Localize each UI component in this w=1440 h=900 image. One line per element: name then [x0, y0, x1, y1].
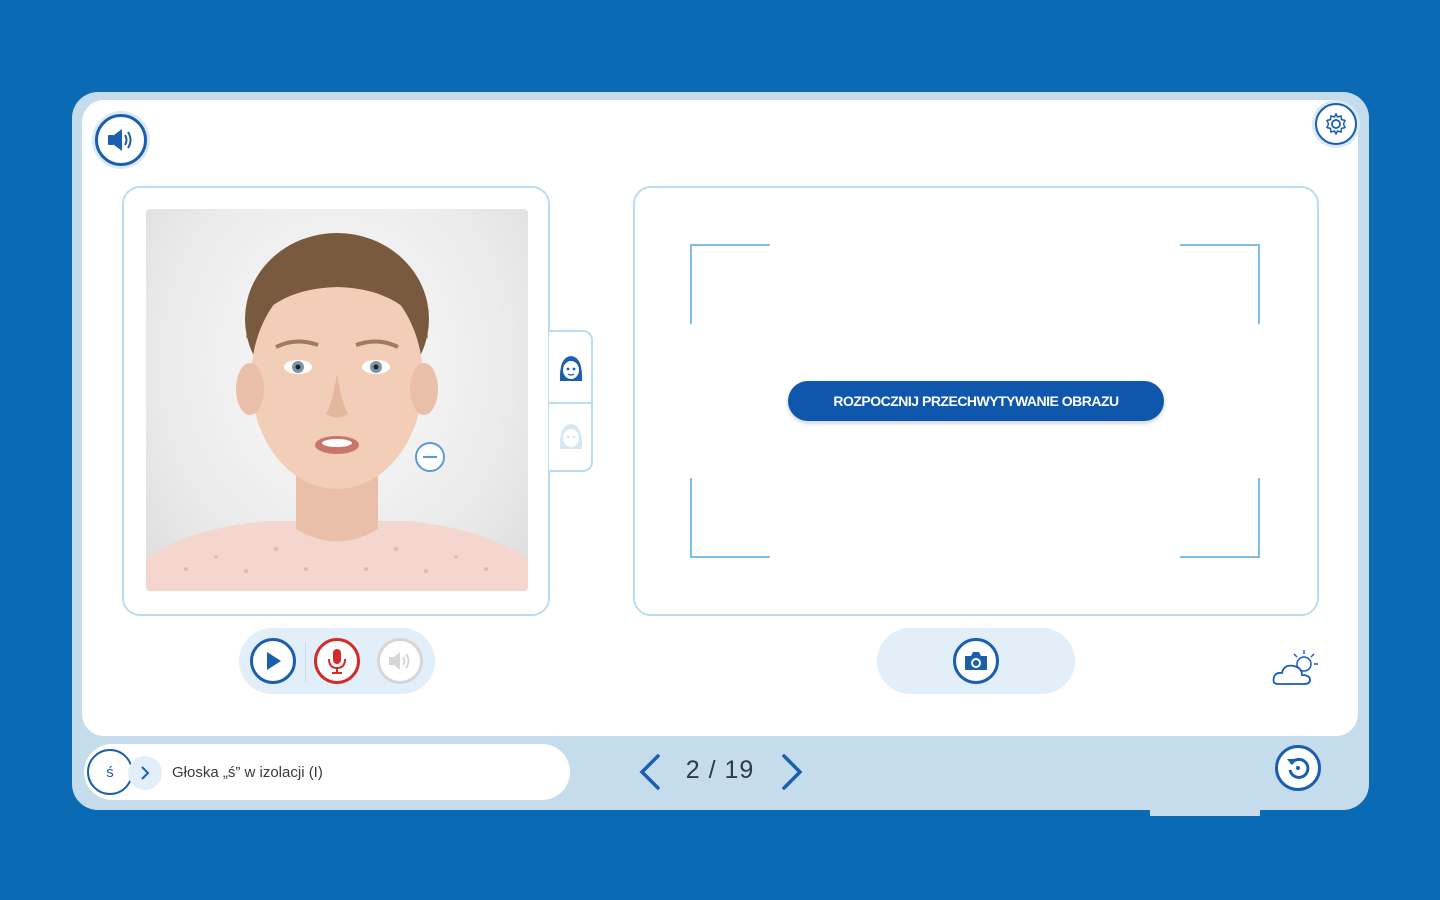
- frame-corner-bottom-left: [690, 478, 770, 558]
- camera-icon: [965, 652, 987, 670]
- letter-button[interactable]: ś: [87, 749, 133, 795]
- zoom-out-button[interactable]: [415, 442, 445, 472]
- previous-page-button[interactable]: [636, 752, 666, 792]
- frame-corner-bottom-right: [1180, 478, 1260, 558]
- speaker-icon: [108, 129, 132, 151]
- record-button[interactable]: [314, 638, 360, 684]
- playback-recording-button[interactable]: [377, 638, 423, 684]
- speaker-muted-icon: [389, 652, 410, 670]
- cloud-sun-icon: [1272, 650, 1318, 685]
- reset-button[interactable]: [1275, 745, 1321, 791]
- view-tabs: [549, 330, 593, 472]
- chevron-right-icon: [141, 766, 150, 780]
- face-illustration: [146, 233, 528, 591]
- settings-button[interactable]: [1315, 103, 1357, 145]
- face-front-icon: [559, 356, 583, 381]
- gear-icon: [1325, 112, 1347, 136]
- controls-divider: [305, 642, 306, 682]
- camera-button[interactable]: [953, 638, 999, 684]
- tab-face-front[interactable]: [555, 338, 587, 398]
- chevron-left-icon: [639, 754, 660, 790]
- frame-corner-top-right: [1180, 244, 1260, 324]
- sound-button[interactable]: [95, 114, 147, 166]
- reset-icon: [1287, 757, 1310, 779]
- page-indicator: 2 / 19: [685, 756, 755, 784]
- play-button[interactable]: [250, 638, 296, 684]
- microphone-icon: [328, 649, 346, 674]
- expand-lesson-button[interactable]: [128, 756, 162, 790]
- next-page-button[interactable]: [776, 752, 806, 792]
- weather-button[interactable]: [1270, 648, 1322, 688]
- face-side-icon: [559, 424, 583, 449]
- tab-divider: [549, 402, 591, 404]
- frame-corner-top-left: [690, 244, 770, 324]
- tab-face-side[interactable]: [555, 406, 587, 466]
- start-capture-button[interactable]: ROZPOCZNIJ PRZECHWYTYWANIE OBRAZU: [788, 381, 1164, 421]
- play-icon: [267, 652, 281, 670]
- girl-face-photo: [146, 209, 528, 591]
- lesson-title: Głoska „ś” w izolacji (I): [172, 764, 323, 781]
- minus-icon: [423, 456, 437, 458]
- chevron-right-icon: [782, 754, 803, 790]
